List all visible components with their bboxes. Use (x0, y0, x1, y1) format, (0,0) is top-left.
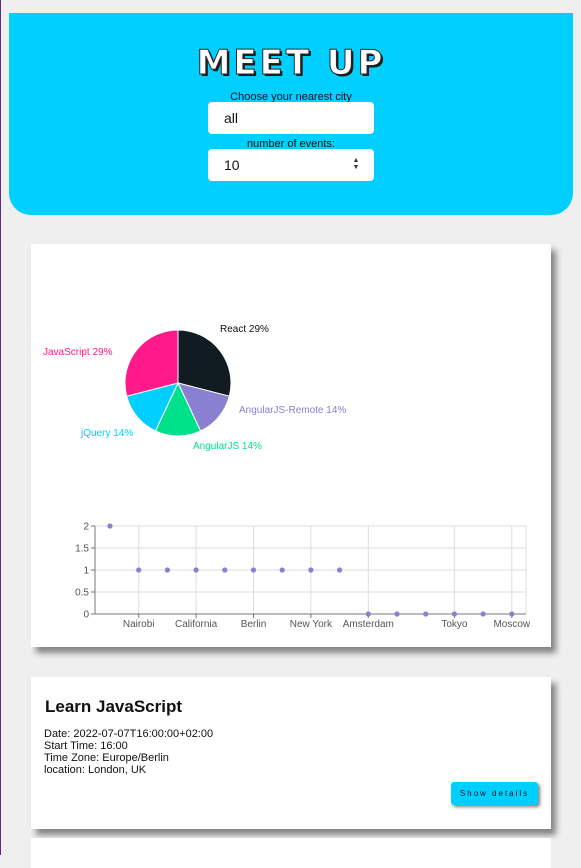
x-tick-label: Tokyo (441, 619, 468, 630)
scatter-point (423, 611, 429, 617)
scatter-point (193, 567, 199, 573)
y-tick-label: 1.5 (75, 544, 89, 555)
app-logo: MEET UP (196, 43, 386, 84)
scatter-point (279, 567, 285, 573)
scatter-point (164, 567, 170, 573)
scatter-point (136, 567, 142, 573)
x-tick-label: New York (290, 619, 333, 630)
scatter-point (451, 611, 457, 617)
city-search-input[interactable] (208, 102, 374, 134)
event-date: Date: 2022-07-07T16:00:00+02:00 (44, 728, 214, 740)
x-tick-label: California (175, 619, 218, 630)
scatter-point (365, 611, 371, 617)
scatter-point (480, 611, 486, 617)
event-card (31, 838, 551, 868)
event-start-time: Start Time: 16:00 (44, 740, 128, 752)
pie-label: JavaScript 29% (43, 347, 113, 358)
x-tick-label: Moscow (493, 619, 530, 630)
events-per-city-scatter: 0 0.5 1 1.5 2 Nairobi California Berlin New York… (75, 522, 531, 631)
show-details-button[interactable]: Show details (451, 782, 538, 805)
number-stepper-icon[interactable]: ▲ ▼ (352, 157, 360, 171)
scatter-point (394, 611, 400, 617)
x-tick-label: Berlin (241, 619, 267, 630)
pie-label: AngularJS 14% (193, 441, 262, 452)
scatter-point (337, 567, 343, 573)
scatter-point (308, 567, 314, 573)
pie-label: jQuery 14% (80, 428, 133, 439)
pie-label: React 29% (220, 324, 269, 335)
app-header: MEET UP Choose your nearest city number … (9, 13, 573, 215)
scatter-point (509, 611, 515, 617)
y-tick-label: 1 (83, 566, 89, 577)
event-location: location: London, UK (44, 764, 147, 776)
event-card: Learn JavaScript Date: 2022-07-07T16:00:… (31, 677, 551, 829)
scatter-point (107, 523, 113, 529)
x-tick-label: Amsterdam (343, 619, 394, 630)
event-title: Learn JavaScript (45, 697, 183, 716)
y-tick-label: 0.5 (75, 588, 89, 599)
y-tick-label: 2 (83, 522, 89, 533)
x-tick-label: Nairobi (123, 619, 155, 630)
pie-label: AngularJS-Remote 14% (239, 405, 346, 416)
events-count-value: 10 (224, 157, 240, 173)
event-time-zone: Time Zone: Europe/Berlin (44, 752, 169, 764)
scatter-point (250, 567, 257, 573)
scatter-point (222, 567, 228, 573)
genre-pie-chart: React 29% AngularJS-Remote 14% AngularJS 1… (43, 324, 346, 452)
y-tick-label: 0 (83, 610, 89, 621)
charts-card: React 29% AngularJS-Remote 14% AngularJS 1… (31, 244, 551, 647)
events-count-input[interactable]: 10 ▲ ▼ (208, 149, 374, 181)
